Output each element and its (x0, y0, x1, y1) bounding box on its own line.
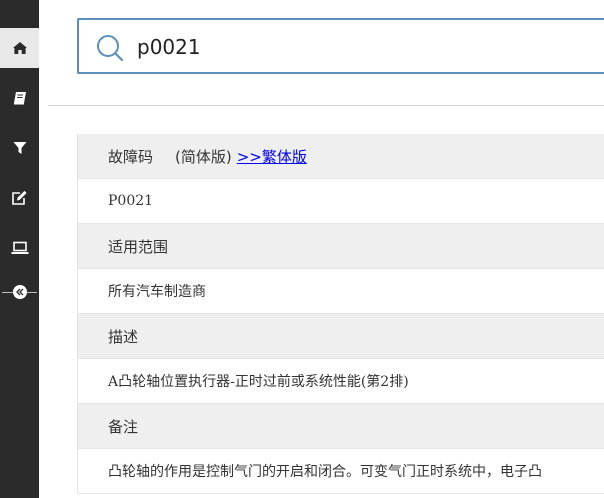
main-content: 故障码 (简体版) >>繁体版 P0021 适用范围 所有汽车制造商 描述 A凸… (39, 0, 604, 498)
sidebar-item-filter[interactable] (0, 128, 39, 168)
laptop-icon (11, 241, 29, 255)
notes-header-row: 备注 (78, 404, 604, 449)
sidebar-item-home[interactable] (0, 28, 39, 68)
scope-value: 所有汽车制造商 (108, 284, 206, 300)
notes-value: 凸轮轴的作用是控制气门的开启和闭合。可变气门正时系统中，电子凸 (108, 464, 542, 480)
filter-icon (13, 141, 27, 155)
notes-value-row: 凸轮轴的作用是控制气门的开启和闭合。可变气门正时系统中，电子凸 (78, 449, 604, 494)
sidebar-item-laptop[interactable] (0, 228, 39, 268)
result-table: 故障码 (简体版) >>繁体版 P0021 适用范围 所有汽车制造商 描述 A凸… (77, 134, 604, 494)
edition-label: (简体版) (175, 147, 232, 166)
code-value-row: P0021 (78, 179, 604, 224)
scope-header-row: 适用范围 (78, 224, 604, 269)
code-header-row: 故障码 (简体版) >>繁体版 (78, 134, 604, 179)
search-icon[interactable] (96, 34, 124, 66)
description-header-label: 描述 (108, 327, 139, 346)
divider (48, 105, 604, 106)
home-icon (12, 41, 28, 55)
sidebar-item-edit[interactable] (0, 178, 39, 218)
code-header-label: 故障码 (108, 147, 154, 166)
edit-icon (11, 190, 28, 206)
sidebar-item-book[interactable] (0, 78, 39, 118)
scope-value-row: 所有汽车制造商 (78, 269, 604, 314)
search-input[interactable] (137, 30, 597, 64)
description-header-row: 描述 (78, 314, 604, 359)
search-box (77, 18, 604, 74)
sidebar (0, 0, 39, 498)
scope-header-label: 适用范围 (108, 237, 169, 256)
collapse-icon (12, 285, 27, 299)
description-value-row: A凸轮轴位置执行器-正时过前或系统性能(第2排) (78, 359, 604, 404)
description-value: A凸轮轴位置执行器-正时过前或系统性能(第2排) (108, 374, 409, 390)
book-icon (12, 90, 28, 106)
notes-header-label: 备注 (108, 417, 139, 436)
traditional-version-link[interactable]: >>繁体版 (237, 146, 307, 167)
sidebar-collapse[interactable] (0, 272, 39, 312)
code-value: P0021 (108, 193, 154, 209)
